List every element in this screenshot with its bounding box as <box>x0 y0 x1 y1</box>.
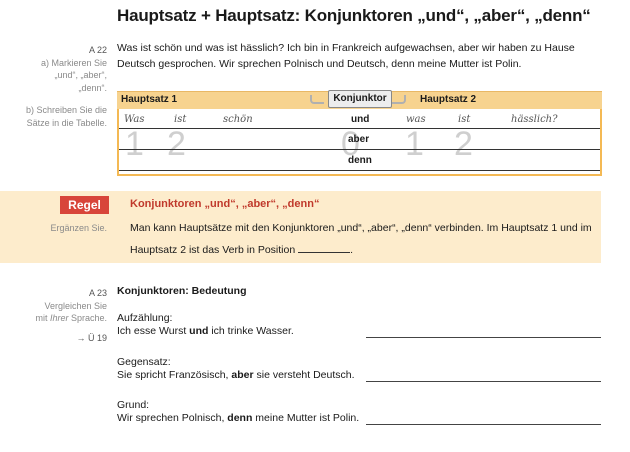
sentence-part: ich trinke Wasser. <box>208 325 294 337</box>
instruction-part: mit <box>35 313 50 323</box>
sentence-part: Wir sprechen Polnisch, <box>117 412 228 424</box>
exercise-number: A 22 <box>88 45 107 55</box>
blank-fill-in[interactable] <box>298 242 351 253</box>
example-word: hässlich? <box>511 114 558 125</box>
instruction-line: „denn“. <box>78 82 107 93</box>
answer-line[interactable] <box>366 381 601 382</box>
row-divider <box>119 128 600 129</box>
position-number: 1 <box>125 125 144 163</box>
sentence-part: Sie spricht Französisch, <box>117 369 232 381</box>
instruction-line: Vergleichen Sie <box>44 300 107 311</box>
meaning-group: Grund: Wir sprechen Polnisch, denn meine… <box>117 399 359 425</box>
meaning-group: Gegensatz: Sie spricht Französisch, aber… <box>117 356 355 382</box>
bracket-right-icon <box>392 95 406 104</box>
sentence-table: Hauptsatz 1 Konjunktor Hauptsatz 2 1 2 0… <box>117 90 602 176</box>
sentence-part: meine Mutter ist Polin. <box>252 412 360 424</box>
regel-instruction: Ergänzen Sie. <box>50 223 107 233</box>
sentence-konjunktor: und <box>189 325 209 337</box>
instruction-part: Sprache. <box>68 313 107 323</box>
group-label: Aufzählung: <box>117 312 173 324</box>
row-divider <box>119 170 600 171</box>
bracket-left-icon <box>310 95 324 104</box>
header-hauptsatz-1: Hauptsatz 1 <box>121 94 178 105</box>
answer-line[interactable] <box>366 337 601 338</box>
group-sentence: Ich esse Wurst und ich trinke Wasser. <box>117 325 294 338</box>
instruction-line: b) Schreiben Sie die <box>25 105 107 115</box>
regel-text: Man kann Hauptsätze mit den Konjunktoren… <box>130 217 600 261</box>
exercise-a23-sidebar: A 23 Vergleichen Sie mit Ihrer Sprache. … <box>35 287 107 344</box>
instruction-emph: Ihrer <box>49 313 69 323</box>
instruction-line: „und“, „aber“, <box>54 70 107 80</box>
meaning-group: Aufzählung: Ich esse Wurst und ich trink… <box>117 312 294 338</box>
example-word: Was <box>124 114 145 125</box>
regel-line: Man kann Hauptsätze mit den Konjunktoren… <box>130 222 592 234</box>
example-word: schön <box>223 114 253 125</box>
row-divider <box>119 149 600 150</box>
sentence-konjunktor: aber <box>231 369 254 381</box>
table-header: Hauptsatz 1 Konjunktor Hauptsatz 2 <box>117 90 602 109</box>
example-word: ist <box>458 114 471 125</box>
konjunktor-aber: aber <box>348 134 370 145</box>
regel-line: Hauptsatz 2 ist das Verb in Position . <box>130 239 600 261</box>
exercise-a22-text: Was ist schön und was ist hässlich? Ich … <box>117 42 575 70</box>
position-number: 1 <box>405 125 424 163</box>
answer-line[interactable] <box>366 424 601 425</box>
sentence-konjunktor: denn <box>227 412 253 424</box>
group-label: Grund: <box>117 399 150 411</box>
regel-tag: Regel <box>60 196 109 214</box>
regel-line-text: Hauptsatz 2 ist das Verb in Position <box>130 244 296 256</box>
regel-title: Konjunktoren „und“, „aber“, „denn“ <box>130 198 320 210</box>
exercise-a22-sidebar: A 22 a) Markieren Sie „und“, „aber“, „de… <box>26 44 107 129</box>
header-hauptsatz-2: Hauptsatz 2 <box>420 94 477 105</box>
instruction-line: mit Ihrer Sprache. <box>35 312 107 325</box>
sentence-part: Ich esse Wurst <box>117 325 190 337</box>
regel-line-end: . <box>350 244 354 256</box>
group-label: Gegensatz: <box>117 356 171 368</box>
section-title: Konjunktoren: Bedeutung <box>117 285 247 297</box>
exercise-number: A 23 <box>88 288 107 298</box>
position-number: 2 <box>454 125 473 163</box>
header-konjunktor: Konjunktor <box>328 90 392 108</box>
reference-link: → Ü 19 <box>76 332 107 343</box>
table-body: 1 2 0 1 2 Was ist schön und was ist häss… <box>117 109 602 176</box>
page-title: Hauptsatz + Hauptsatz: Konjunktoren „und… <box>117 6 591 25</box>
konjunktor-und: und <box>351 114 370 125</box>
example-word: ist <box>174 114 187 125</box>
instruction-line: a) Markieren Sie <box>40 57 107 68</box>
sentence-part: sie versteht Deutsch. <box>253 369 355 381</box>
group-sentence: Sie spricht Französisch, aber sie verste… <box>117 369 355 382</box>
example-word: was <box>406 114 426 125</box>
instruction-line: Sätze in die Tabelle. <box>26 117 107 128</box>
group-sentence: Wir sprechen Polnisch, denn meine Mutter… <box>117 412 359 425</box>
konjunktor-denn: denn <box>348 155 372 166</box>
position-number: 2 <box>167 125 186 163</box>
